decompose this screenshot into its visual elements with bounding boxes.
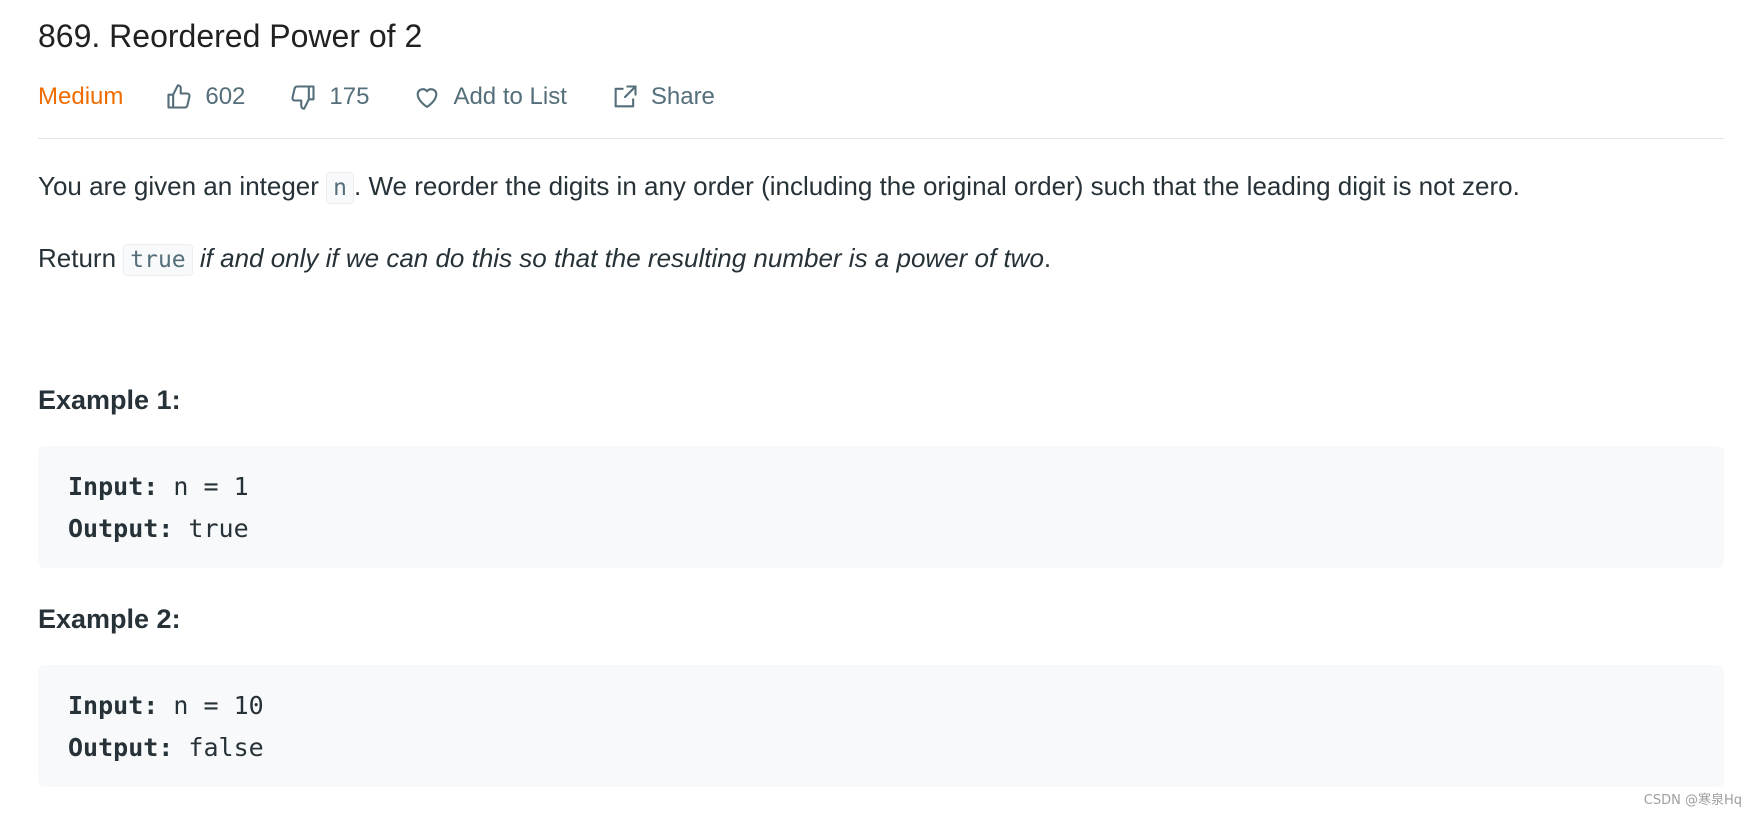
like-button[interactable]: 602 — [165, 83, 245, 111]
share-label: Share — [650, 83, 715, 110]
add-to-list-button[interactable]: Add to List — [413, 83, 567, 111]
description-text: . — [1043, 243, 1052, 273]
share-icon — [611, 83, 639, 111]
input-label: Input: — [68, 691, 159, 720]
example-2-title: Example 2: — [38, 604, 181, 634]
problem-title: 869. Reordered Power of 2 — [38, 18, 423, 54]
description-text: . We reorder the digits in any order (in… — [354, 171, 1520, 201]
description-text: Return — [38, 243, 124, 273]
example-1-output: Output: true — [68, 508, 1694, 550]
inline-code-true: true — [123, 244, 193, 276]
example-1-title: Example 1: — [38, 385, 181, 415]
dislike-button[interactable]: 175 — [289, 83, 369, 111]
example-2-input: Input: n = 10 — [68, 685, 1694, 727]
description-text: You are given an integer — [38, 171, 327, 201]
description-emphasis: if and only if we can do this so that th… — [199, 243, 1044, 273]
problem-meta-bar: Medium 602 175 Add to List Share — [38, 72, 1724, 139]
add-to-list-label: Add to List — [453, 83, 567, 110]
thumbs-up-icon — [165, 83, 193, 111]
problem-description: You are given an integer n. We reorder t… — [38, 167, 1724, 279]
share-button[interactable]: Share — [611, 83, 715, 111]
like-count: 602 — [205, 83, 246, 110]
example-1-block: Input: n = 1 Output: true — [38, 446, 1724, 568]
output-label: Output: — [68, 514, 174, 543]
output-value: true — [173, 514, 249, 543]
output-value: false — [173, 733, 264, 762]
input-label: Input: — [68, 472, 159, 501]
description-paragraph-1: You are given an integer n. We reorder t… — [38, 167, 1724, 207]
example-1-input: Input: n = 1 — [68, 466, 1694, 508]
heart-icon — [413, 83, 441, 111]
inline-code-n: n — [326, 172, 355, 204]
difficulty-badge: Medium — [38, 83, 124, 110]
example-2-output: Output: false — [68, 727, 1694, 769]
watermark: CSDN @寒泉Hq — [1643, 793, 1742, 808]
output-label: Output: — [68, 733, 174, 762]
example-2-block: Input: n = 10 Output: false — [38, 665, 1724, 787]
input-value: n = 10 — [158, 691, 264, 720]
thumbs-down-icon — [289, 83, 317, 111]
description-paragraph-2: Return true if and only if we can do thi… — [38, 239, 1724, 279]
dislike-count: 175 — [329, 83, 370, 110]
input-value: n = 1 — [158, 472, 249, 501]
problem-page: 869. Reordered Power of 2 Medium 602 175 — [38, 0, 1724, 787]
